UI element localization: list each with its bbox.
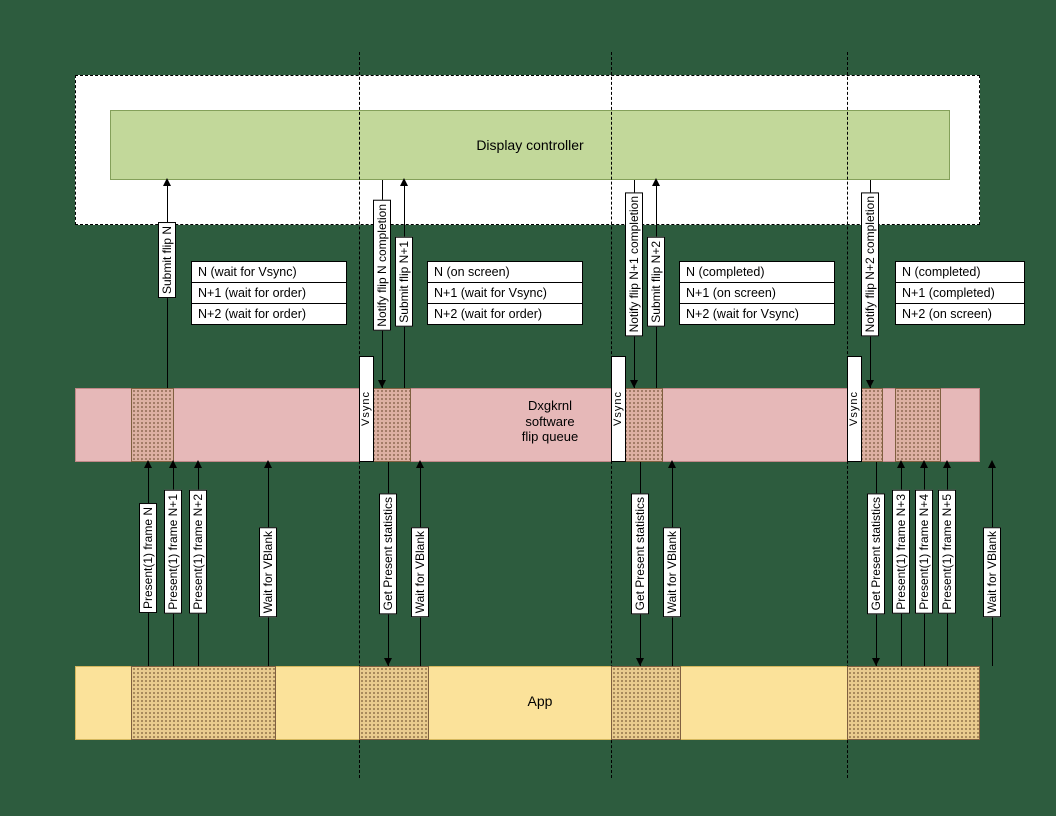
arrow-head [163,178,171,186]
present-n5-label: Present(1) frame N+5 [938,490,956,614]
arrow-head [652,178,660,186]
wait-vblank-label-1: Wait for VBlank [259,527,277,617]
dxgkrnl-activity-5 [895,388,941,462]
app-activity-1 [131,666,276,740]
wait-vblank-label-3: Wait for VBlank [663,527,681,617]
submit-flip-n-label: Submit flip N [158,222,176,298]
state-row: N (on screen) [428,262,582,283]
get-stats-label-3: Get Present statistics [867,493,885,614]
submit-flip-n2-label: Submit flip N+2 [647,237,665,327]
arrow-head [400,178,408,186]
state-row: N+1 (on screen) [680,283,834,304]
present-n4-label: Present(1) frame N+4 [915,490,933,614]
state-row: N (completed) [896,262,1024,283]
get-stats-label-1: Get Present statistics [379,493,397,614]
state-table-4: N (completed) N+1 (completed) N+2 (on sc… [895,261,1025,325]
arrow-head [194,460,202,468]
present-n3-label: Present(1) frame N+3 [892,490,910,614]
display-controller-bar: Display controller [110,110,950,180]
app-activity-3 [611,666,681,740]
present-n2-label: Present(1) frame N+2 [189,490,207,614]
get-stats-label-2: Get Present statistics [631,493,649,614]
arrow-head [668,460,676,468]
state-row: N+2 (wait for order) [428,304,582,324]
arrow-head [264,460,272,468]
state-row: N (wait for Vsync) [192,262,346,283]
state-table-3: N (completed) N+1 (on screen) N+2 (wait … [679,261,835,325]
notify-flip-n1-label: Notify flip N+1 completion [625,192,643,336]
arrow-head [943,460,951,468]
state-table-2: N (on screen) N+1 (wait for Vsync) N+2 (… [427,261,583,325]
arrow-head [384,658,392,666]
present-n1-label: Present(1) frame N+1 [164,490,182,614]
arrow-head [872,658,880,666]
wait-vblank-label-4: Wait for VBlank [983,527,1001,617]
submit-flip-n1-label: Submit flip N+1 [395,237,413,327]
arrow-head [920,460,928,468]
state-table-1: N (wait for Vsync) N+1 (wait for order) … [191,261,347,325]
arrow-head [866,380,874,388]
dxgkrnl-label: Dxgkrnl software flip queue [490,398,610,445]
notify-flip-n-label: Notify flip N completion [373,200,391,331]
wait-vblank-label-2: Wait for VBlank [411,527,429,617]
present-n-label: Present(1) frame N [139,503,157,613]
state-row: N+2 (on screen) [896,304,1024,324]
arrow-head [416,460,424,468]
display-controller-label: Display controller [476,137,583,153]
notify-flip-n2-label: Notify flip N+2 completion [861,192,879,336]
state-row: N+1 (wait for order) [192,283,346,304]
arrow-head [169,460,177,468]
vsync-box-1: Vsync [359,356,374,462]
state-row: N+1 (wait for Vsync) [428,283,582,304]
arrow-head [144,460,152,468]
state-row: N (completed) [680,262,834,283]
arrow-head [897,460,905,468]
dxgkrnl-activity-1 [131,388,174,462]
arrow-head [636,658,644,666]
arrow-head [378,380,386,388]
app-activity-4 [847,666,980,740]
app-activity-2 [359,666,429,740]
state-row: N+2 (wait for order) [192,304,346,324]
arrow-head [630,380,638,388]
app-label: App [510,693,570,709]
state-row: N+2 (wait for Vsync) [680,304,834,324]
vsync-box-3: Vsync [847,356,862,462]
diagram-canvas: Display controller Dxgkrnl software flip… [0,0,1056,816]
vsync-box-2: Vsync [611,356,626,462]
state-row: N+1 (completed) [896,283,1024,304]
arrow-head [988,460,996,468]
